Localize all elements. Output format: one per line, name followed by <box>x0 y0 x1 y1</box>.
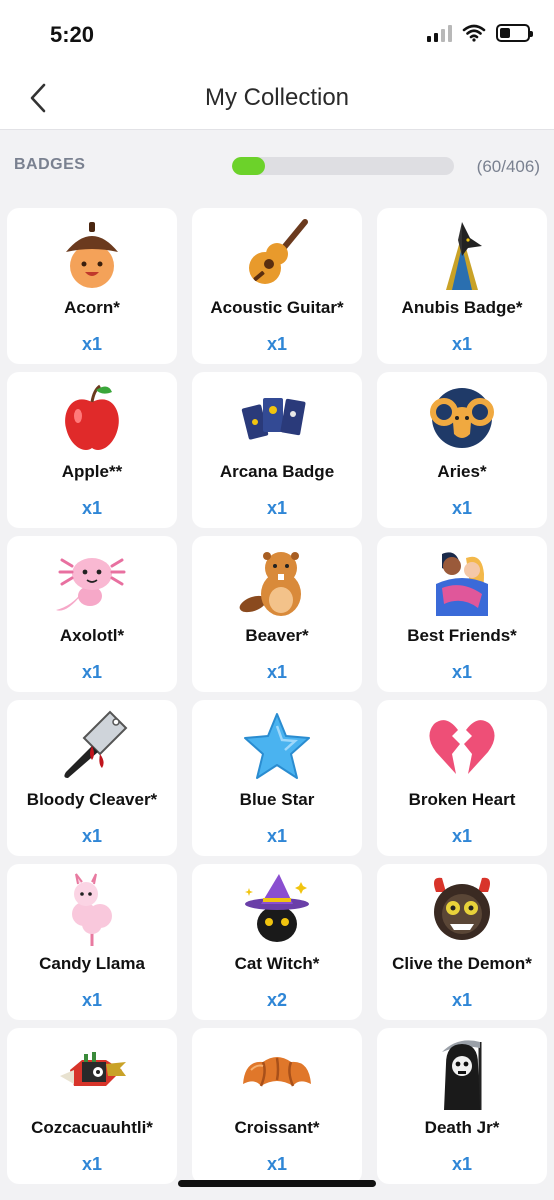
badge-card[interactable]: Cozcacuauhtli* x1 <box>7 1028 177 1184</box>
badge-quantity: x1 <box>266 498 288 518</box>
badge-name: Acoustic Guitar* <box>210 298 344 317</box>
nav-bar: My Collection <box>0 66 554 130</box>
badge-name: Cozcacuauhtli* <box>31 1118 153 1137</box>
hugging-friends-icon <box>422 544 502 620</box>
badge-name: Clive the Demon* <box>392 954 532 973</box>
beaver-icon <box>237 544 317 620</box>
badge-quantity: x1 <box>451 662 473 682</box>
broken-heart-icon <box>422 708 502 784</box>
badge-card[interactable]: Aries* x1 <box>377 372 547 528</box>
badge-name: Apple** <box>61 462 123 481</box>
badge-quantity: x1 <box>81 334 103 354</box>
llama-icon <box>52 872 132 948</box>
status-time: 5:20 <box>50 22 95 47</box>
badge-card[interactable]: Broken Heart x1 <box>377 700 547 856</box>
badge-card[interactable]: Blue Star x1 <box>192 700 362 856</box>
demon-icon <box>422 872 502 948</box>
badge-name: Anubis Badge* <box>401 298 523 317</box>
status-bar: 5:20 <box>0 0 554 66</box>
badge-name: Best Friends* <box>407 626 517 645</box>
aztec-vulture-icon <box>52 1036 132 1112</box>
badge-quantity: x1 <box>266 334 288 354</box>
badge-name: Death Jr* <box>424 1118 500 1137</box>
badge-card[interactable]: Acoustic Guitar* x1 <box>192 208 362 364</box>
anubis-icon <box>422 216 502 292</box>
cleaver-icon <box>52 708 132 784</box>
badge-name: Acorn* <box>64 298 120 317</box>
wifi-icon <box>462 24 486 42</box>
badges-progress-fill <box>232 157 265 175</box>
badge-name: Aries* <box>437 462 487 481</box>
badge-name: Candy Llama <box>39 954 145 973</box>
badge-quantity: x2 <box>266 990 288 1010</box>
badge-quantity: x1 <box>81 990 103 1010</box>
badge-card[interactable]: Candy Llama x1 <box>7 864 177 1020</box>
badge-card[interactable]: Arcana Badge x1 <box>192 372 362 528</box>
home-indicator[interactable] <box>178 1180 376 1187</box>
cellular-signal-icon <box>427 24 452 42</box>
badge-quantity: x1 <box>266 662 288 682</box>
badge-card[interactable]: Axolotl* x1 <box>7 536 177 692</box>
badge-name: Broken Heart <box>408 790 516 809</box>
badge-card[interactable]: Clive the Demon* x1 <box>377 864 547 1020</box>
badge-quantity: x1 <box>81 498 103 518</box>
badge-name: Axolotl* <box>59 626 125 645</box>
badge-quantity: x1 <box>451 990 473 1010</box>
badge-card[interactable]: Death Jr* x1 <box>377 1028 547 1184</box>
badges-count: (60/406) <box>476 157 540 176</box>
apple-icon <box>52 380 132 456</box>
grim-reaper-icon <box>422 1036 502 1112</box>
badges-label: BADGES <box>14 156 86 173</box>
ram-icon <box>422 380 502 456</box>
badge-quantity: x1 <box>81 826 103 846</box>
badges-progress-bar <box>232 157 454 175</box>
badge-card[interactable]: Apple** x1 <box>7 372 177 528</box>
croissant-icon <box>237 1036 317 1112</box>
acorn-icon <box>52 216 132 292</box>
badge-card[interactable]: Beaver* x1 <box>192 536 362 692</box>
badge-name: Cat Witch* <box>234 954 320 973</box>
guitar-icon <box>237 216 317 292</box>
badge-card[interactable]: Croissant* x1 <box>192 1028 362 1184</box>
axolotl-icon <box>52 544 132 620</box>
badge-quantity: x1 <box>451 334 473 354</box>
badge-quantity: x1 <box>451 498 473 518</box>
badge-quantity: x1 <box>266 1154 288 1174</box>
badge-quantity: x1 <box>451 826 473 846</box>
status-icons <box>427 24 533 42</box>
badge-card[interactable]: Anubis Badge* x1 <box>377 208 547 364</box>
badge-card[interactable]: Cat Witch* x2 <box>192 864 362 1020</box>
badge-quantity: x1 <box>81 662 103 682</box>
tarot-cards-icon <box>237 380 317 456</box>
battery-icon <box>496 24 533 42</box>
badge-name: Bloody Cleaver* <box>26 790 158 809</box>
badges-header: BADGES (60/406) <box>0 130 554 202</box>
badge-quantity: x1 <box>81 1154 103 1174</box>
badge-name: Arcana Badge <box>219 462 335 481</box>
badge-quantity: x1 <box>451 1154 473 1174</box>
badge-card[interactable]: Bloody Cleaver* x1 <box>7 700 177 856</box>
badge-quantity: x1 <box>266 826 288 846</box>
badge-card[interactable]: Acorn* x1 <box>7 208 177 364</box>
badge-grid: Acorn* x1 Acoustic Guitar* x1 Anubis Bad… <box>7 208 547 1184</box>
badge-name: Blue Star <box>239 790 315 809</box>
badge-card[interactable]: Best Friends* x1 <box>377 536 547 692</box>
badge-name: Beaver* <box>245 626 309 645</box>
cat-witch-icon <box>237 872 317 948</box>
page-title: My Collection <box>204 84 350 111</box>
badge-name: Croissant* <box>234 1118 320 1137</box>
blue-star-icon <box>237 708 317 784</box>
